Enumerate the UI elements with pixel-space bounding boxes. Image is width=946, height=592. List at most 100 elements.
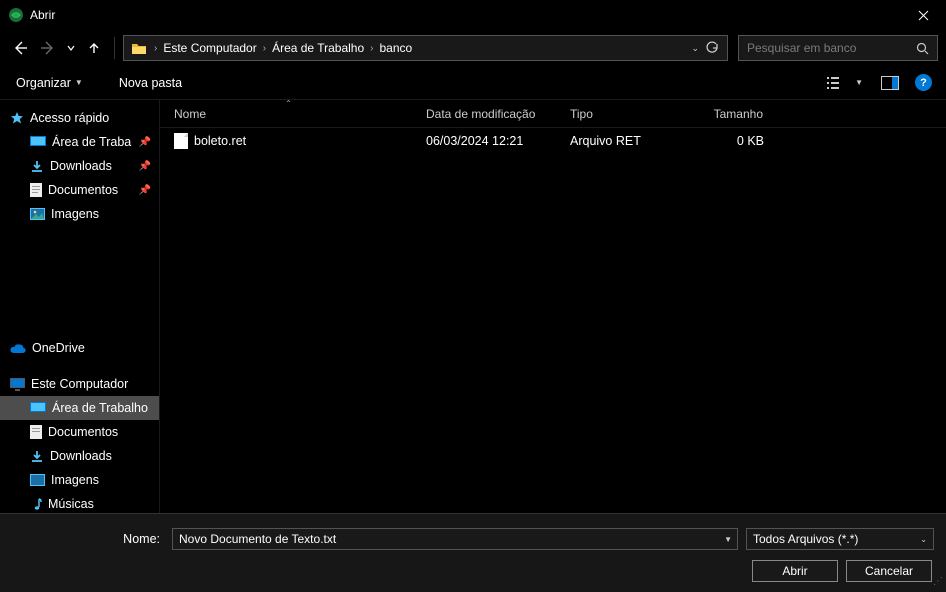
- filename-combo[interactable]: ▼: [172, 528, 738, 550]
- forward-button[interactable]: [36, 36, 60, 60]
- sidebar-label: Downloads: [50, 449, 112, 463]
- recent-dropdown[interactable]: [64, 36, 78, 60]
- desktop-icon: [30, 402, 46, 414]
- cancel-button[interactable]: Cancelar: [846, 560, 932, 582]
- chevron-right-icon[interactable]: ›: [261, 43, 268, 54]
- cloud-icon: [10, 343, 26, 354]
- sidebar-label: Acesso rápido: [30, 111, 109, 125]
- window-title: Abrir: [30, 8, 901, 22]
- pc-icon: [10, 378, 25, 391]
- star-icon: [10, 111, 24, 125]
- image-icon: [30, 474, 45, 486]
- new-folder-button[interactable]: Nova pasta: [117, 73, 184, 93]
- file-size: 0 KB: [682, 134, 772, 148]
- search-icon[interactable]: [916, 42, 929, 55]
- breadcrumb-item[interactable]: Área de Trabalho: [268, 39, 368, 57]
- footer: Nome: ▼ Todos Arquivos (*.*) ⌄ Abrir Can…: [0, 513, 946, 592]
- chevron-right-icon[interactable]: ›: [368, 43, 375, 54]
- sidebar-label: Documentos: [48, 425, 118, 439]
- app-icon: [8, 7, 24, 23]
- sidebar-label: Imagens: [51, 207, 99, 221]
- sidebar-label: Área de Trabalho: [52, 401, 148, 415]
- back-button[interactable]: [8, 36, 32, 60]
- document-icon: [30, 183, 42, 197]
- sidebar-quick-access[interactable]: Acesso rápido: [0, 106, 159, 130]
- sidebar-item-music[interactable]: Músicas: [0, 492, 159, 513]
- file-list: ⌃ Nome Data de modificação Tipo Tamanho b…: [160, 100, 946, 513]
- open-button[interactable]: Abrir: [752, 560, 838, 582]
- chevron-down-icon[interactable]: ▼: [855, 78, 863, 87]
- search-box[interactable]: [738, 35, 938, 61]
- sort-indicator-icon: ⌃: [285, 99, 292, 108]
- sidebar-label: OneDrive: [32, 341, 85, 355]
- button-label: Abrir: [782, 564, 807, 578]
- image-icon: [30, 208, 45, 220]
- column-name[interactable]: ⌃ Nome: [160, 100, 418, 127]
- column-type[interactable]: Tipo: [562, 100, 682, 127]
- sidebar-item-documents[interactable]: Documentos 📌: [0, 178, 159, 202]
- sidebar: Acesso rápido Área de Traba📌 Downloads📌 …: [0, 100, 160, 513]
- sidebar-item-images[interactable]: Imagens: [0, 468, 159, 492]
- filetype-combo[interactable]: Todos Arquivos (*.*) ⌄: [746, 528, 934, 550]
- sidebar-label: Imagens: [51, 473, 99, 487]
- preview-pane-button[interactable]: [879, 72, 901, 94]
- organize-button[interactable]: Organizar ▼: [14, 73, 85, 93]
- folder-icon: [130, 39, 148, 57]
- column-label: Data de modificação: [426, 107, 535, 121]
- file-icon: [174, 133, 188, 149]
- help-button[interactable]: ?: [915, 74, 932, 91]
- close-button[interactable]: [901, 0, 946, 30]
- filename-input[interactable]: [172, 528, 738, 550]
- column-label: Nome: [174, 107, 206, 121]
- document-icon: [30, 425, 42, 439]
- column-date[interactable]: Data de modificação: [418, 100, 562, 127]
- sidebar-item-images[interactable]: Imagens: [0, 202, 159, 226]
- sidebar-item-downloads[interactable]: Downloads: [0, 444, 159, 468]
- sidebar-label: Músicas: [48, 497, 94, 511]
- filename-label: Nome:: [12, 532, 164, 546]
- column-label: Tamanho: [714, 107, 763, 121]
- chevron-down-icon: ▼: [75, 78, 83, 87]
- sidebar-item-downloads[interactable]: Downloads 📌: [0, 154, 159, 178]
- download-icon: [30, 159, 44, 173]
- pin-icon: 📌: [139, 185, 159, 196]
- view-options-button[interactable]: [825, 72, 847, 94]
- sidebar-item-desktop[interactable]: Área de Traba 📌: [0, 130, 159, 154]
- toolbar: Organizar ▼ Nova pasta ▼ ?: [0, 66, 946, 100]
- organize-label: Organizar: [16, 76, 71, 90]
- chevron-down-icon[interactable]: ⌄: [691, 43, 699, 54]
- sidebar-this-pc[interactable]: Este Computador: [0, 372, 159, 396]
- search-input[interactable]: [747, 41, 916, 55]
- sidebar-label: Este Computador: [31, 377, 128, 391]
- column-headers: ⌃ Nome Data de modificação Tipo Tamanho: [160, 100, 946, 128]
- file-row[interactable]: boleto.ret 06/03/2024 12:21 Arquivo RET …: [160, 128, 946, 150]
- pin-icon: 📌: [139, 161, 159, 172]
- nav-bar: › Este Computador › Área de Trabalho › b…: [0, 30, 946, 66]
- main-area: Acesso rápido Área de Traba📌 Downloads📌 …: [0, 100, 946, 513]
- download-icon: [30, 449, 44, 463]
- button-label: Cancelar: [865, 564, 913, 578]
- titlebar: Abrir: [0, 0, 946, 30]
- file-type: Arquivo RET: [562, 134, 682, 148]
- sidebar-item-desktop[interactable]: Área de Trabalho: [0, 396, 159, 420]
- refresh-button[interactable]: [705, 41, 719, 55]
- file-date: 06/03/2024 12:21: [418, 134, 562, 148]
- sidebar-onedrive[interactable]: OneDrive: [0, 336, 159, 360]
- desktop-icon: [30, 136, 46, 148]
- breadcrumb-item[interactable]: banco: [375, 39, 416, 57]
- up-button[interactable]: [82, 36, 106, 60]
- sidebar-label: Downloads: [50, 159, 112, 173]
- column-size[interactable]: Tamanho: [682, 100, 772, 127]
- new-folder-label: Nova pasta: [119, 76, 182, 90]
- pin-icon: 📌: [139, 137, 159, 148]
- sidebar-label: Documentos: [48, 183, 118, 197]
- sidebar-item-documents[interactable]: Documentos: [0, 420, 159, 444]
- file-name: boleto.ret: [194, 134, 246, 148]
- breadcrumb-item[interactable]: Este Computador: [159, 39, 260, 57]
- separator: [114, 37, 115, 59]
- chevron-right-icon[interactable]: ›: [152, 43, 159, 54]
- column-label: Tipo: [570, 107, 593, 121]
- sidebar-label: Área de Traba: [52, 135, 131, 149]
- filetype-label: Todos Arquivos (*.*): [753, 532, 858, 546]
- address-bar[interactable]: › Este Computador › Área de Trabalho › b…: [123, 35, 728, 61]
